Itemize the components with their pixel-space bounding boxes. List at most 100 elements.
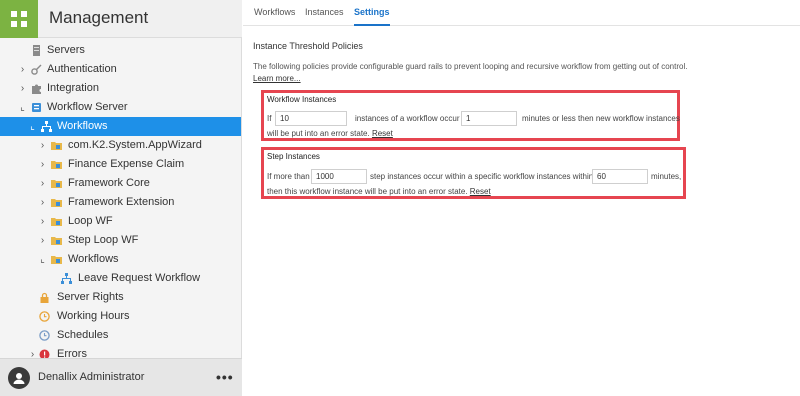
expand-toggle[interactable]: › xyxy=(38,136,47,155)
tree-item-label: Finance Expense Claim xyxy=(68,158,185,170)
tab-settings[interactable]: Settings xyxy=(354,7,390,26)
step-instance-count-input[interactable] xyxy=(311,169,367,184)
expand-toggle[interactable]: › xyxy=(38,193,47,212)
puzzle-icon xyxy=(32,84,41,94)
user-bar: Denallix Administrator ••• xyxy=(0,358,242,396)
navigation-tree: Servers › Authentication › Integration ⌞… xyxy=(0,41,242,358)
tree-item-label: Workflows xyxy=(68,253,119,265)
avatar[interactable] xyxy=(8,367,30,389)
schedule-icon xyxy=(39,330,50,341)
step-tail-text: minutes, xyxy=(651,172,682,181)
workflow-instance-count-input[interactable] xyxy=(275,111,347,126)
sidebar-header: Management xyxy=(0,0,242,38)
tree-item-label: Framework Core xyxy=(68,177,150,189)
workflow-server-icon xyxy=(32,103,41,112)
workflow-tree-icon xyxy=(61,273,72,284)
step-instances-policy: Step Instances If more than step instanc… xyxy=(261,147,686,199)
tree-item-label: Server Rights xyxy=(57,291,124,303)
tree-item-folder[interactable]: › Framework Core xyxy=(0,174,241,193)
tree-item-folder[interactable]: › com.K2.System.AppWizard xyxy=(0,136,241,155)
step-reset-link[interactable]: Reset xyxy=(470,187,491,196)
if-more-than-label: If more than xyxy=(267,172,310,181)
main-panel: Workflows Instances Settings Instance Th… xyxy=(243,0,800,396)
policy-description: The following policies provide configura… xyxy=(253,62,688,71)
tree-item-label: Integration xyxy=(47,82,99,94)
tree-item-label: Step Loop WF xyxy=(68,234,139,246)
error-icon xyxy=(39,349,50,358)
tree-item-label: Leave Request Workflow xyxy=(78,272,201,284)
step-instances-title: Step Instances xyxy=(267,152,320,161)
expand-toggle[interactable]: › xyxy=(38,174,47,193)
tree-item-server-rights[interactable]: Server Rights xyxy=(0,288,241,307)
tab-instances[interactable]: Instances xyxy=(305,7,344,26)
folder-icon xyxy=(51,199,62,207)
tree-item-label: Authentication xyxy=(47,63,117,75)
workflow-reset-link[interactable]: Reset xyxy=(372,129,393,138)
app-window: Management Servers › Authentication › In… xyxy=(0,0,800,396)
workflow-tree-icon xyxy=(41,121,52,132)
folder-icon xyxy=(51,180,62,188)
folder-icon xyxy=(51,142,62,150)
folder-icon xyxy=(51,218,62,226)
tab-bar: Workflows Instances Settings xyxy=(243,0,800,26)
if-label: If xyxy=(267,114,272,123)
tree-item-schedules[interactable]: Schedules xyxy=(0,326,241,345)
tree-item-label: Working Hours xyxy=(57,310,130,322)
workflow-line2-text: will be put into an error state. xyxy=(267,129,370,138)
workflow-instances-title: Workflow Instances xyxy=(267,95,337,104)
tree-item-folder[interactable]: › Step Loop WF xyxy=(0,231,241,250)
tree-item-label: com.K2.System.AppWizard xyxy=(68,139,202,151)
user-icon xyxy=(13,373,25,384)
tree-item-folder[interactable]: ⌞ Workflows xyxy=(0,250,241,269)
expand-toggle[interactable]: › xyxy=(38,155,47,174)
tree-item-servers[interactable]: Servers xyxy=(0,41,241,60)
server-icon xyxy=(33,45,40,56)
step-line2-text: then this workflow instance will be put … xyxy=(267,187,468,196)
step-mid-text: step instances occur within a specific w… xyxy=(370,172,594,181)
tab-workflows[interactable]: Workflows xyxy=(254,7,295,26)
step-line2: then this workflow instance will be put … xyxy=(267,187,491,196)
tree-item-label: Errors xyxy=(57,348,87,358)
collapse-toggle[interactable]: ⌞ xyxy=(28,117,37,136)
user-name: Denallix Administrator xyxy=(38,371,145,383)
tree-item-label: Workflow Server xyxy=(47,101,128,113)
more-options-button[interactable]: ••• xyxy=(216,369,234,385)
section-title: Instance Threshold Policies xyxy=(253,41,363,51)
sidebar: Management Servers › Authentication › In… xyxy=(0,0,242,396)
tree-item-workflow-server[interactable]: ⌞ Workflow Server xyxy=(0,98,241,117)
folder-icon xyxy=(51,237,62,245)
expand-toggle[interactable]: › xyxy=(38,231,47,250)
workflow-minutes-input[interactable] xyxy=(461,111,517,126)
folder-icon xyxy=(51,161,62,169)
collapse-toggle[interactable]: ⌞ xyxy=(38,250,47,269)
grid-icon xyxy=(11,11,27,27)
tree-item-label: Servers xyxy=(47,44,85,56)
tree-item-folder[interactable]: › Framework Extension xyxy=(0,193,241,212)
expand-toggle[interactable]: › xyxy=(38,212,47,231)
tree-item-integration[interactable]: › Integration xyxy=(0,79,241,98)
expand-toggle[interactable]: › xyxy=(18,60,27,79)
app-logo[interactable] xyxy=(0,0,38,38)
tree-item-label: Workflows xyxy=(57,120,108,132)
workflow-tail-text: minutes or less then new workflow instan… xyxy=(522,114,680,123)
tree-item-working-hours[interactable]: Working Hours xyxy=(0,307,241,326)
tree-item-errors[interactable]: › Errors xyxy=(0,345,241,358)
tree-item-label: Loop WF xyxy=(68,215,113,227)
expand-toggle[interactable]: › xyxy=(18,79,27,98)
sidebar-title: Management xyxy=(49,8,149,27)
tree-item-workflows[interactable]: ⌞ Workflows xyxy=(0,117,241,136)
tree-item-label: Framework Extension xyxy=(68,196,175,208)
tree-item-folder[interactable]: › Finance Expense Claim xyxy=(0,155,241,174)
collapse-toggle[interactable]: ⌞ xyxy=(18,98,27,117)
key-icon xyxy=(31,64,42,75)
clock-icon xyxy=(39,311,50,322)
expand-toggle[interactable]: › xyxy=(28,345,37,358)
tree-item-authentication[interactable]: › Authentication xyxy=(0,60,241,79)
learn-more-link[interactable]: Learn more... xyxy=(253,74,301,83)
step-minutes-input[interactable] xyxy=(592,169,648,184)
tree-item-workflow[interactable]: Leave Request Workflow xyxy=(0,269,241,288)
tree-item-label: Schedules xyxy=(57,329,109,341)
folder-icon xyxy=(51,256,62,264)
tree-item-folder[interactable]: › Loop WF xyxy=(0,212,241,231)
workflow-instances-policy: Workflow Instances If instances of a wor… xyxy=(261,90,680,141)
